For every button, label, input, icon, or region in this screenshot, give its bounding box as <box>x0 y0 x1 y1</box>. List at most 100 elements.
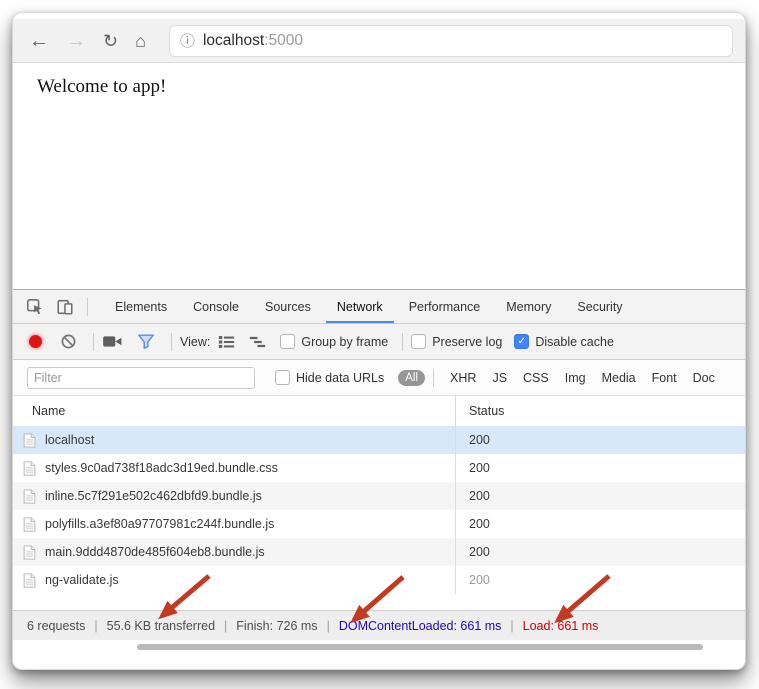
request-name: polyfills.a3ef80a97707981c244f.bundle.js <box>45 517 274 531</box>
address-host: localhost <box>203 32 264 50</box>
checkbox-checked-icon[interactable]: ✓ <box>514 334 529 349</box>
column-header-name[interactable]: Name <box>13 396 456 426</box>
filter-funnel-icon[interactable] <box>137 333 155 350</box>
document-icon <box>23 461 36 476</box>
record-icon[interactable] <box>29 335 42 348</box>
checkbox-unchecked-icon[interactable] <box>411 334 426 349</box>
request-name: styles.9c0ad738f18adc3d19ed.bundle.css <box>45 461 278 475</box>
preserve-log-checkbox[interactable]: Preserve log <box>411 334 502 349</box>
horizontal-scrollbar[interactable] <box>13 643 745 651</box>
disable-cache-label: Disable cache <box>535 335 614 349</box>
app-window: ← → ↻ ⌂ ⓘ localhost :5000 Welcome to app… <box>12 12 746 670</box>
table-row[interactable]: localhost 200 <box>13 426 745 454</box>
request-rows: localhost200styles.9c0ad738f18adc3d19ed.… <box>13 426 745 594</box>
request-status: 200 <box>456 545 490 559</box>
statusbar-item: 55.6 KB transferred <box>107 619 215 633</box>
request-status: 200 <box>456 489 490 503</box>
request-name-cell[interactable]: polyfills.a3ef80a97707981c244f.bundle.js <box>13 510 456 538</box>
address-port: :5000 <box>264 32 303 50</box>
scrollbar-thumb[interactable] <box>137 644 703 650</box>
home-icon[interactable]: ⌂ <box>135 32 146 50</box>
filter-type-font[interactable]: Font <box>652 371 677 385</box>
disable-cache-checkbox[interactable]: ✓ Disable cache <box>514 334 614 349</box>
table-row[interactable]: main.9ddd4870de485f604eb8.bundle.js 200 <box>13 538 745 566</box>
clear-icon[interactable] <box>60 333 77 350</box>
divider <box>87 298 88 316</box>
devtools-tabbar: ElementsConsoleSourcesNetworkPerformance… <box>13 290 745 324</box>
request-name-cell[interactable]: styles.9c0ad738f18adc3d19ed.bundle.css <box>13 454 456 482</box>
tab-security[interactable]: Security <box>564 290 635 323</box>
network-status-bar: 6 requests | 55.6 KB transferred | Finish: 7… <box>13 610 745 640</box>
waterfall-view-icon[interactable] <box>249 335 266 349</box>
tab-performance[interactable]: Performance <box>396 290 494 323</box>
statusbar-item: 6 requests <box>27 619 85 633</box>
filter-type-doc[interactable]: Doc <box>693 371 715 385</box>
document-icon <box>23 545 36 560</box>
separator: | <box>327 619 330 633</box>
filter-input[interactable] <box>27 367 255 389</box>
table-row[interactable]: inline.5c7f291e502c462dbfd9.bundle.js 200 <box>13 482 745 510</box>
group-by-frame-checkbox[interactable]: Group by frame <box>280 334 388 349</box>
forward-icon[interactable]: → <box>66 31 86 51</box>
divider <box>402 333 403 351</box>
separator: | <box>510 619 513 633</box>
view-label: View: <box>180 335 210 349</box>
tab-sources[interactable]: Sources <box>252 290 324 323</box>
checkbox-unchecked-icon[interactable] <box>280 334 295 349</box>
table-row[interactable]: polyfills.a3ef80a97707981c244f.bundle.js… <box>13 510 745 538</box>
devtools-tabs: ElementsConsoleSourcesNetworkPerformance… <box>102 290 636 323</box>
table-row[interactable]: styles.9c0ad738f18adc3d19ed.bundle.css 20… <box>13 454 745 482</box>
filter-type-img[interactable]: Img <box>565 371 586 385</box>
request-name: main.9ddd4870de485f604eb8.bundle.js <box>45 545 265 559</box>
request-name-cell[interactable]: localhost <box>13 426 456 454</box>
hide-data-urls-label: Hide data URLs <box>296 371 384 385</box>
statusbar-item: Finish: 726 ms <box>236 619 317 633</box>
back-icon[interactable]: ← <box>29 31 49 51</box>
network-filter-row: Hide data URLs All XHR JS CSS Img Media Font D… <box>13 360 745 396</box>
devtools-panel: ElementsConsoleSourcesNetworkPerformance… <box>13 289 745 669</box>
request-name: ng-validate.js <box>45 573 119 587</box>
filter-type-media[interactable]: Media <box>602 371 636 385</box>
hide-data-urls-checkbox[interactable]: Hide data URLs <box>275 370 384 385</box>
tab-network[interactable]: Network <box>324 290 396 323</box>
document-icon <box>23 433 36 448</box>
page-info-icon[interactable]: ⓘ <box>180 30 195 51</box>
document-icon <box>23 573 36 588</box>
request-status: 200 <box>456 461 490 475</box>
list-view-icon[interactable] <box>218 335 235 349</box>
separator: | <box>224 619 227 633</box>
request-name-cell[interactable]: inline.5c7f291e502c462dbfd9.bundle.js <box>13 482 456 510</box>
checkbox-unchecked-icon[interactable] <box>275 370 290 385</box>
group-by-frame-label: Group by frame <box>301 335 388 349</box>
divider <box>433 369 434 387</box>
table-row[interactable]: ng-validate.js 200 <box>13 566 745 594</box>
tab-elements[interactable]: Elements <box>102 290 180 323</box>
preserve-log-label: Preserve log <box>432 335 502 349</box>
filter-all-pill[interactable]: All <box>398 370 425 386</box>
inspect-element-icon[interactable] <box>25 297 45 317</box>
capture-screenshots-icon[interactable] <box>102 334 123 349</box>
column-header-status[interactable]: Status <box>456 404 504 418</box>
document-icon <box>23 489 36 504</box>
request-status: 200 <box>456 517 490 531</box>
separator: | <box>94 619 97 633</box>
request-name-cell[interactable]: ng-validate.js <box>13 566 456 594</box>
filter-type-xhr[interactable]: XHR <box>450 371 476 385</box>
request-name-cell[interactable]: main.9ddd4870de485f604eb8.bundle.js <box>13 538 456 566</box>
request-name: localhost <box>45 433 94 447</box>
filter-type-js[interactable]: JS <box>492 371 507 385</box>
request-status: 200 <box>456 573 490 587</box>
resource-type-filters: XHR JS CSS Img Media Font Doc <box>442 371 723 385</box>
filter-type-css[interactable]: CSS <box>523 371 549 385</box>
statusbar-item: DOMContentLoaded: 661 ms <box>339 619 502 633</box>
tab-console[interactable]: Console <box>180 290 252 323</box>
divider <box>171 333 172 351</box>
address-bar[interactable]: ⓘ localhost :5000 <box>169 25 733 57</box>
request-status: 200 <box>456 433 490 447</box>
refresh-icon[interactable]: ↻ <box>103 32 118 50</box>
request-name: inline.5c7f291e502c462dbfd9.bundle.js <box>45 489 262 503</box>
tab-memory[interactable]: Memory <box>493 290 564 323</box>
device-toolbar-icon[interactable] <box>55 297 75 317</box>
document-icon <box>23 517 36 532</box>
divider <box>93 333 94 351</box>
